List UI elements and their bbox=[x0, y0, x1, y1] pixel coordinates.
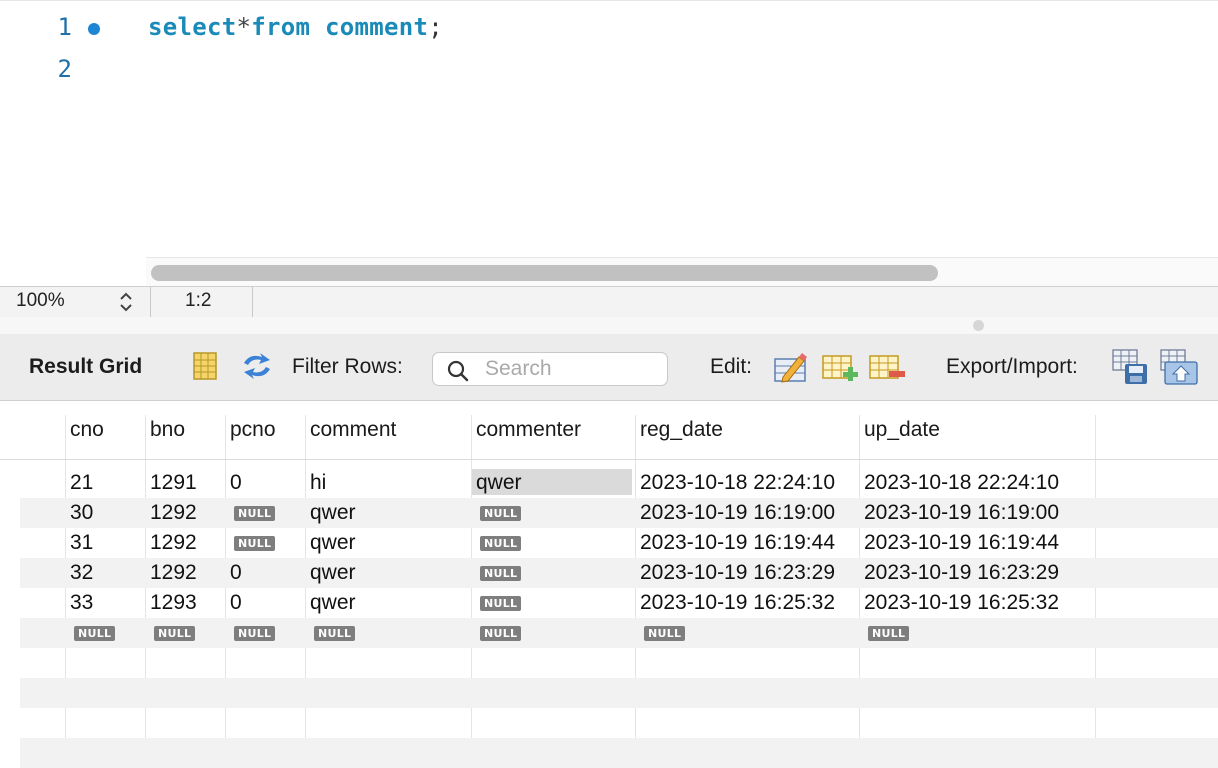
scrollbar-thumb[interactable] bbox=[151, 265, 938, 281]
cell-up-date[interactable]: 2023-10-19 16:23:29 bbox=[864, 561, 1059, 585]
splitter-handle[interactable] bbox=[973, 320, 984, 331]
cell-comment[interactable]: hi bbox=[310, 471, 326, 495]
editor-line[interactable]: 1 select*from comment; bbox=[0, 13, 1218, 53]
null-badge[interactable]: NULL bbox=[74, 626, 116, 641]
sql-statement[interactable]: select*from comment; bbox=[148, 13, 443, 41]
search-icon bbox=[446, 359, 470, 389]
null-badge[interactable]: NULL bbox=[644, 626, 686, 641]
keyword-select: select bbox=[148, 13, 237, 41]
result-grid[interactable]: cno bno pcno comment commenter reg_date … bbox=[0, 401, 1218, 768]
cell-cno[interactable]: 30 bbox=[70, 501, 93, 525]
null-badge[interactable]: NULL bbox=[480, 536, 522, 551]
cell-cno[interactable]: 32 bbox=[70, 561, 93, 585]
column-header-commenter[interactable]: commenter bbox=[476, 418, 581, 442]
cell-reg-date[interactable]: 2023-10-18 22:24:10 bbox=[640, 471, 835, 495]
export-import-label: Export/Import: bbox=[946, 355, 1078, 378]
line-number: 1 bbox=[57, 13, 72, 41]
cell-reg-date[interactable]: 2023-10-19 16:19:44 bbox=[640, 531, 835, 555]
line-number: 2 bbox=[57, 55, 72, 83]
null-badge[interactable]: NULL bbox=[314, 626, 356, 641]
filter-rows-label: Filter Rows: bbox=[292, 355, 403, 378]
cell-bno[interactable]: 1292 bbox=[150, 531, 197, 555]
grid-layout-icon[interactable] bbox=[191, 351, 219, 387]
cursor-position: 1:2 bbox=[185, 290, 212, 311]
column-header-comment[interactable]: comment bbox=[310, 418, 396, 442]
cell-pcno[interactable]: 0 bbox=[230, 561, 242, 585]
refresh-icon[interactable] bbox=[240, 351, 274, 387]
cell-cno[interactable]: 33 bbox=[70, 591, 93, 615]
empty-row bbox=[20, 678, 1218, 708]
cell-bno[interactable]: 1291 bbox=[150, 471, 197, 495]
table-row[interactable]: 30 1292 NULL qwer NULL 2023-10-19 16:19:00 202… bbox=[20, 498, 1218, 528]
cell-pcno[interactable]: 0 bbox=[230, 471, 242, 495]
asterisk-operator: * bbox=[236, 13, 252, 41]
sql-editor[interactable]: 1 select*from comment; 2 bbox=[0, 0, 1218, 288]
cell-pcno[interactable]: 0 bbox=[230, 591, 242, 615]
column-header-bno[interactable]: bno bbox=[150, 418, 185, 442]
semicolon: ; bbox=[428, 13, 443, 41]
null-badge[interactable]: NULL bbox=[234, 536, 276, 551]
cell-bno[interactable]: 1293 bbox=[150, 591, 197, 615]
null-badge[interactable]: NULL bbox=[234, 626, 276, 641]
empty-row bbox=[20, 648, 1218, 678]
search-placeholder: Search bbox=[485, 357, 552, 380]
cell-comment[interactable]: qwer bbox=[310, 531, 356, 555]
table-row[interactable]: 33 1293 0 qwer NULL 2023-10-19 16:25:32 2023-1… bbox=[20, 588, 1218, 618]
null-badge[interactable]: NULL bbox=[154, 626, 196, 641]
editor-line[interactable]: 2 bbox=[0, 55, 1218, 95]
keyword-from: from bbox=[251, 13, 311, 41]
horizontal-scrollbar[interactable] bbox=[146, 257, 1218, 288]
result-toolbar: Result Grid Filter Rows: Search Edit: Ex… bbox=[0, 334, 1218, 401]
cell-up-date[interactable]: 2023-10-19 16:19:44 bbox=[864, 531, 1059, 555]
cell-comment[interactable]: qwer bbox=[310, 561, 356, 585]
cell-comment[interactable]: qwer bbox=[310, 501, 356, 525]
add-row-icon[interactable] bbox=[822, 351, 860, 389]
cell-reg-date[interactable]: 2023-10-19 16:23:29 bbox=[640, 561, 835, 585]
divider bbox=[252, 287, 253, 317]
filter-search-input[interactable]: Search bbox=[432, 352, 668, 386]
column-header-up-date[interactable]: up_date bbox=[864, 418, 940, 442]
cell-bno[interactable]: 1292 bbox=[150, 501, 197, 525]
column-header-cno[interactable]: cno bbox=[70, 418, 104, 442]
delete-row-icon[interactable] bbox=[869, 351, 907, 389]
cell-comment[interactable]: qwer bbox=[310, 591, 356, 615]
cell-commenter[interactable]: qwer bbox=[476, 471, 522, 495]
panel-splitter[interactable] bbox=[0, 317, 1218, 334]
cell-cno[interactable]: 21 bbox=[70, 471, 93, 495]
empty-row bbox=[20, 738, 1218, 768]
edit-row-icon[interactable] bbox=[773, 351, 809, 389]
cell-reg-date[interactable]: 2023-10-19 16:19:00 bbox=[640, 501, 835, 525]
zoom-level[interactable]: 100% bbox=[16, 290, 65, 312]
grid-header: cno bno pcno comment commenter reg_date … bbox=[0, 415, 1218, 460]
null-badge[interactable]: NULL bbox=[480, 566, 522, 581]
cell-reg-date[interactable]: 2023-10-19 16:25:32 bbox=[640, 591, 835, 615]
null-badge[interactable]: NULL bbox=[868, 626, 910, 641]
table-row[interactable]: NULL NULL NULL NULL NULL NULL NULL bbox=[20, 618, 1218, 648]
table-row[interactable]: 32 1292 0 qwer NULL 2023-10-19 16:23:29 2023-1… bbox=[20, 558, 1218, 588]
null-badge[interactable]: NULL bbox=[234, 506, 276, 521]
import-icon[interactable] bbox=[1160, 348, 1200, 392]
cell-cno[interactable]: 31 bbox=[70, 531, 93, 555]
null-badge[interactable]: NULL bbox=[480, 506, 522, 521]
editor-status-bar: 100% 1:2 bbox=[0, 286, 1218, 318]
null-badge[interactable]: NULL bbox=[480, 626, 522, 641]
cell-up-date[interactable]: 2023-10-18 22:24:10 bbox=[864, 471, 1059, 495]
table-name: comment bbox=[325, 13, 429, 41]
export-icon[interactable] bbox=[1112, 348, 1152, 392]
null-badge[interactable]: NULL bbox=[480, 596, 522, 611]
cell-bno[interactable]: 1292 bbox=[150, 561, 197, 585]
empty-row bbox=[20, 708, 1218, 738]
table-row[interactable]: 21 1291 0 hi qwer 2023-10-18 22:24:10 2023-10-… bbox=[20, 468, 1218, 498]
column-header-reg-date[interactable]: reg_date bbox=[640, 418, 723, 442]
cell-up-date[interactable]: 2023-10-19 16:25:32 bbox=[864, 591, 1059, 615]
zoom-stepper-icon[interactable] bbox=[118, 290, 134, 319]
edit-label: Edit: bbox=[710, 355, 753, 378]
statement-marker-icon bbox=[88, 23, 100, 35]
divider bbox=[150, 287, 151, 317]
table-row[interactable]: 31 1292 NULL qwer NULL 2023-10-19 16:19:44 202… bbox=[20, 528, 1218, 558]
cell-up-date[interactable]: 2023-10-19 16:19:00 bbox=[864, 501, 1059, 525]
column-header-pcno[interactable]: pcno bbox=[230, 418, 276, 442]
result-grid-tab[interactable]: Result Grid bbox=[29, 355, 142, 379]
